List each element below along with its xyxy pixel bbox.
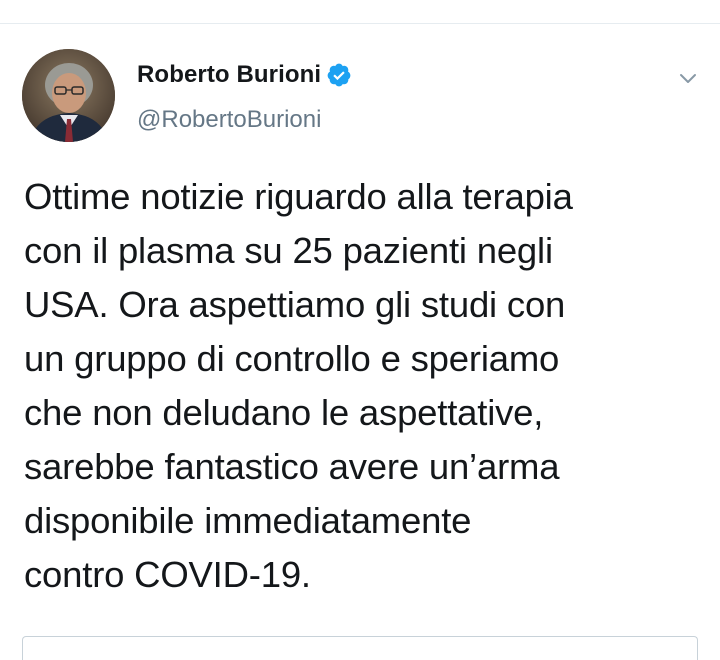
- chevron-down-icon[interactable]: [676, 66, 700, 90]
- top-divider: [0, 23, 720, 24]
- tweet-header: Roberto Burioni @RobertoBurioni: [22, 44, 702, 144]
- tweet-screen: Roberto Burioni @RobertoBurioni Ottime n…: [0, 0, 720, 660]
- verified-badge-icon: [326, 62, 352, 88]
- embedded-card-edge[interactable]: [22, 636, 698, 660]
- author-name-row[interactable]: Roberto Burioni: [137, 60, 352, 90]
- avatar[interactable]: [22, 49, 115, 142]
- display-name[interactable]: Roberto Burioni: [137, 61, 321, 89]
- author-handle[interactable]: @RobertoBurioni: [137, 106, 321, 134]
- profile-photo-icon: [22, 49, 115, 142]
- tweet-text: Ottime notizie riguardo alla terapia con…: [24, 176, 573, 595]
